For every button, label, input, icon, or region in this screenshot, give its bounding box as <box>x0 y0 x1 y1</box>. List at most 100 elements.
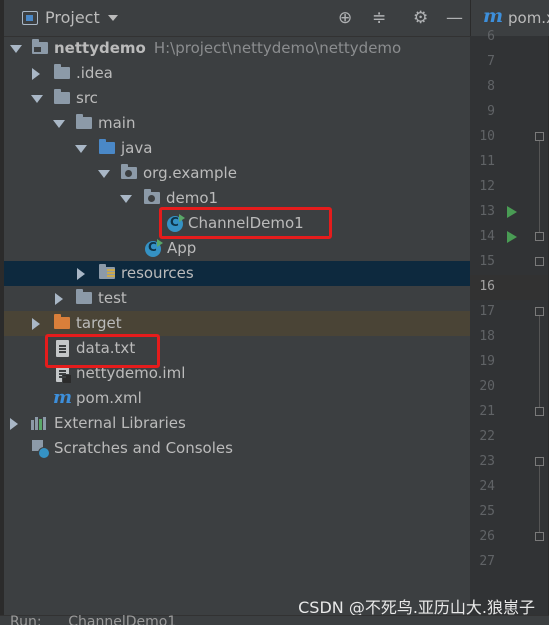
folder-icon <box>76 114 92 129</box>
package-icon <box>121 164 137 179</box>
tree-item-src[interactable]: src <box>4 86 470 111</box>
tree-item-label: resources <box>121 264 194 282</box>
fold-marker-icon[interactable] <box>535 532 544 541</box>
fold-marker-icon[interactable] <box>535 457 544 466</box>
line-number: 9 <box>487 104 495 119</box>
tree-item-label: main <box>98 114 136 132</box>
project-view-title[interactable]: Project <box>45 8 100 27</box>
locate-target-icon[interactable]: ⊕ <box>338 8 352 28</box>
folder-icon <box>76 289 92 304</box>
run-gutter-icon[interactable] <box>507 231 517 243</box>
expand-arrow-icon[interactable] <box>75 145 87 153</box>
class-icon <box>145 239 163 257</box>
folder-icon <box>54 89 70 104</box>
run-gutter-icon[interactable] <box>507 206 517 218</box>
tree-item-nettydemo[interactable]: nettydemo H:\project\nettydemo\nettydemo <box>4 36 470 61</box>
tree-item-main[interactable]: main <box>4 111 470 136</box>
line-number: 19 <box>479 354 495 369</box>
expand-arrow-icon[interactable] <box>10 45 22 53</box>
tree-item-label: pom.xml <box>76 389 142 407</box>
fold-marker-icon[interactable] <box>535 232 544 241</box>
line-number: 7 <box>487 54 495 69</box>
module-folder-icon <box>32 39 48 54</box>
chevron-down-icon[interactable] <box>108 15 118 21</box>
tree-item-idea[interactable]: .idea <box>4 61 470 86</box>
fold-marker-icon[interactable] <box>535 307 544 316</box>
tree-item-app[interactable]: App <box>4 236 470 261</box>
line-number: 26 <box>479 529 495 544</box>
tree-item-target[interactable]: target <box>4 311 470 336</box>
tree-item-label: App <box>167 239 197 257</box>
tree-item-resources[interactable]: resources <box>4 261 470 286</box>
gear-icon[interactable]: ⚙ <box>413 8 428 28</box>
line-number: 10 <box>479 129 495 144</box>
root-path: H:\project\nettydemo\nettydemo <box>153 39 402 57</box>
indent-guide <box>539 141 540 232</box>
expand-arrow-icon[interactable] <box>53 120 65 128</box>
tree-item-label: test <box>98 289 127 307</box>
indent-guide <box>539 466 540 532</box>
collapse-arrow-icon[interactable] <box>32 68 40 80</box>
tree-item-external-libraries[interactable]: External Libraries <box>4 411 470 436</box>
tree-item-label: org.example <box>143 164 237 182</box>
package-icon <box>144 189 160 204</box>
line-number: 25 <box>479 504 495 519</box>
line-number: 20 <box>479 379 495 394</box>
line-number: 27 <box>479 554 495 569</box>
tree-item-label: External Libraries <box>54 414 186 432</box>
libraries-icon <box>31 417 47 430</box>
root-name: nettydemo <box>54 39 146 57</box>
run-label[interactable]: Run: ChannelDemo1 <box>10 615 176 625</box>
tree-item-org-example[interactable]: org.example <box>4 161 470 186</box>
line-number: 6 <box>487 29 495 44</box>
red-annotation-box <box>159 207 332 239</box>
tree-item-label: java <box>121 139 153 157</box>
maven-icon: m <box>53 387 73 408</box>
red-annotation-box <box>45 334 160 368</box>
tree-item-test[interactable]: test <box>4 286 470 311</box>
tree-item-scratches[interactable]: Scratches and Consoles <box>4 436 470 461</box>
tree-item-pom[interactable]: m pom.xml <box>4 386 470 411</box>
indent-guide <box>539 316 540 407</box>
folder-icon <box>54 64 70 79</box>
scratches-icon <box>32 440 50 459</box>
project-panel: Project ⊕ ≑ ⚙ — nettydemo H:\project\nett… <box>0 0 470 625</box>
collapse-arrow-icon[interactable] <box>10 418 18 430</box>
run-label-text: Run: <box>10 614 42 625</box>
tree-item-java[interactable]: java <box>4 136 470 161</box>
tree-item-label: .idea <box>76 64 113 82</box>
tab-pom-xml[interactable]: pom.x <box>508 9 549 27</box>
line-number: 15 <box>479 254 495 269</box>
hide-panel-icon[interactable]: — <box>446 8 463 28</box>
collapse-arrow-icon[interactable] <box>32 318 40 330</box>
fold-marker-icon[interactable] <box>535 407 544 416</box>
maven-icon: m <box>483 5 504 27</box>
expand-arrow-icon[interactable] <box>31 95 43 103</box>
fold-marker-icon[interactable] <box>535 132 544 141</box>
project-panel-header: Project ⊕ ≑ ⚙ — <box>4 0 470 36</box>
collapse-arrow-icon[interactable] <box>77 268 85 280</box>
line-number: 13 <box>479 204 495 219</box>
project-view-icon <box>22 11 38 25</box>
fold-marker-icon[interactable] <box>535 257 544 266</box>
ide-window: Project ⊕ ≑ ⚙ — nettydemo H:\project\nett… <box>0 0 549 625</box>
line-number: 16 <box>479 279 495 294</box>
expand-arrow-icon[interactable] <box>98 170 110 178</box>
source-folder-icon <box>99 139 115 154</box>
collapse-arrow-icon[interactable] <box>55 293 63 305</box>
run-config-tab[interactable]: ChannelDemo1 <box>68 614 176 625</box>
tree-item-label: target <box>76 314 122 332</box>
tree-item-label: Scratches and Consoles <box>54 439 233 457</box>
tree-item-label: nettydemo H:\project\nettydemo\nettydemo <box>54 39 401 57</box>
line-number: 23 <box>479 454 495 469</box>
line-number: 8 <box>487 79 495 94</box>
line-number: 24 <box>479 479 495 494</box>
collapse-all-icon[interactable]: ≑ <box>372 8 386 28</box>
expand-arrow-icon[interactable] <box>120 195 132 203</box>
line-number: 17 <box>479 304 495 319</box>
line-number: 11 <box>479 154 495 169</box>
tree-item-label: demo1 <box>166 189 219 207</box>
resources-folder-icon <box>99 264 115 279</box>
excluded-folder-icon <box>54 314 70 329</box>
tree-item-label: src <box>76 89 98 107</box>
